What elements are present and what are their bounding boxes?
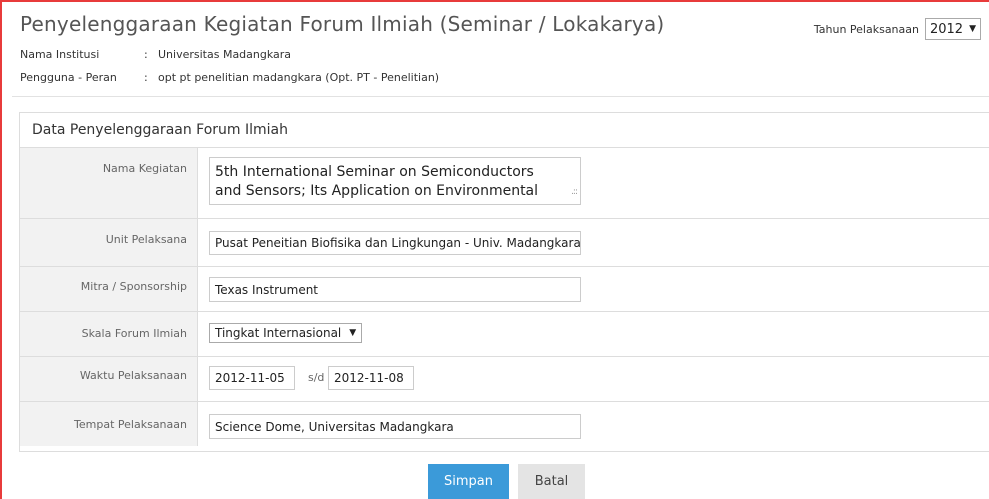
waktu-label: Waktu Pelaksanaan — [20, 357, 198, 401]
row-tempat: Tempat Pelaksanaan Science Dome, Univers… — [20, 402, 989, 446]
page-title: Penyelenggaraan Kegiatan Forum Ilmiah (S… — [20, 12, 665, 36]
user-role-value: opt pt penelitian madangkara (Opt. PT - … — [158, 71, 440, 84]
tempat-input[interactable]: Science Dome, Universitas Madangkara — [209, 414, 581, 439]
skala-select[interactable]: Tingkat Internasional ▼ — [209, 323, 363, 343]
panel-title: Data Penyelenggaraan Forum Ilmiah — [20, 113, 989, 148]
unit-pelaksana-label: Unit Pelaksana — [20, 219, 198, 266]
nama-kegiatan-label: Nama Kegiatan — [20, 148, 198, 218]
mitra-input[interactable]: Texas Instrument — [209, 277, 581, 302]
year-label: Tahun Pelaksanaan — [813, 22, 919, 36]
row-waktu: Waktu Pelaksanaan 2012-11-05 s/d 2012-11… — [20, 357, 989, 402]
year-select[interactable]: 2012 ▼ — [924, 18, 981, 40]
chevron-down-icon: ▼ — [969, 24, 976, 34]
form-panel: Data Penyelenggaraan Forum Ilmiah Nama K… — [19, 112, 989, 452]
row-mitra: Mitra / Sponsorship Texas Instrument — [20, 267, 989, 312]
unit-pelaksana-input[interactable]: Pusat Peneitian Biofisika dan Lingkungan… — [209, 231, 581, 255]
resize-handle-icon[interactable]: .:: — [571, 183, 578, 202]
nama-kegiatan-line-2: and Sensors; Its Application on Environm… — [215, 183, 539, 199]
year-value: 2012 — [929, 21, 964, 37]
year-filter: Tahun Pelaksanaan 2012 ▼ — [814, 18, 981, 40]
waktu-start-input[interactable]: 2012-11-05 — [209, 366, 295, 390]
row-unit-pelaksana: Unit Pelaksana Pusat Peneitian Biofisika… — [20, 219, 989, 267]
institution-label: Nama Institusi — [20, 48, 100, 61]
row-nama-kegiatan: Nama Kegiatan 5th International Seminar … — [20, 148, 989, 219]
institution-separator: : — [144, 48, 148, 61]
save-button[interactable]: Simpan — [428, 464, 509, 499]
nama-kegiatan-textarea[interactable]: 5th International Seminar on Semiconduct… — [209, 157, 581, 205]
user-role-label: Pengguna - Peran — [20, 71, 117, 84]
mitra-label: Mitra / Sponsorship — [20, 267, 198, 311]
tempat-label: Tempat Pelaksanaan — [20, 402, 198, 446]
waktu-end-input[interactable]: 2012-11-08 — [328, 366, 414, 390]
waktu-separator: s/d — [308, 371, 325, 384]
institution-row: Nama Institusi: Universitas Madangkara — [20, 48, 291, 61]
institution-value: Universitas Madangkara — [158, 48, 292, 61]
row-skala: Skala Forum Ilmiah Tingkat Internasional… — [20, 312, 989, 357]
skala-label: Skala Forum Ilmiah — [20, 312, 198, 356]
cancel-button[interactable]: Batal — [518, 464, 585, 499]
user-role-separator: : — [144, 71, 148, 84]
nama-kegiatan-line-1: 5th International Seminar on Semiconduct… — [215, 164, 534, 180]
skala-value: Tingkat Internasional — [215, 326, 342, 340]
user-role-row: Pengguna - Peran: opt pt penelitian madan… — [20, 71, 439, 84]
header-divider — [12, 96, 989, 97]
chevron-down-icon: ▼ — [349, 328, 357, 338]
